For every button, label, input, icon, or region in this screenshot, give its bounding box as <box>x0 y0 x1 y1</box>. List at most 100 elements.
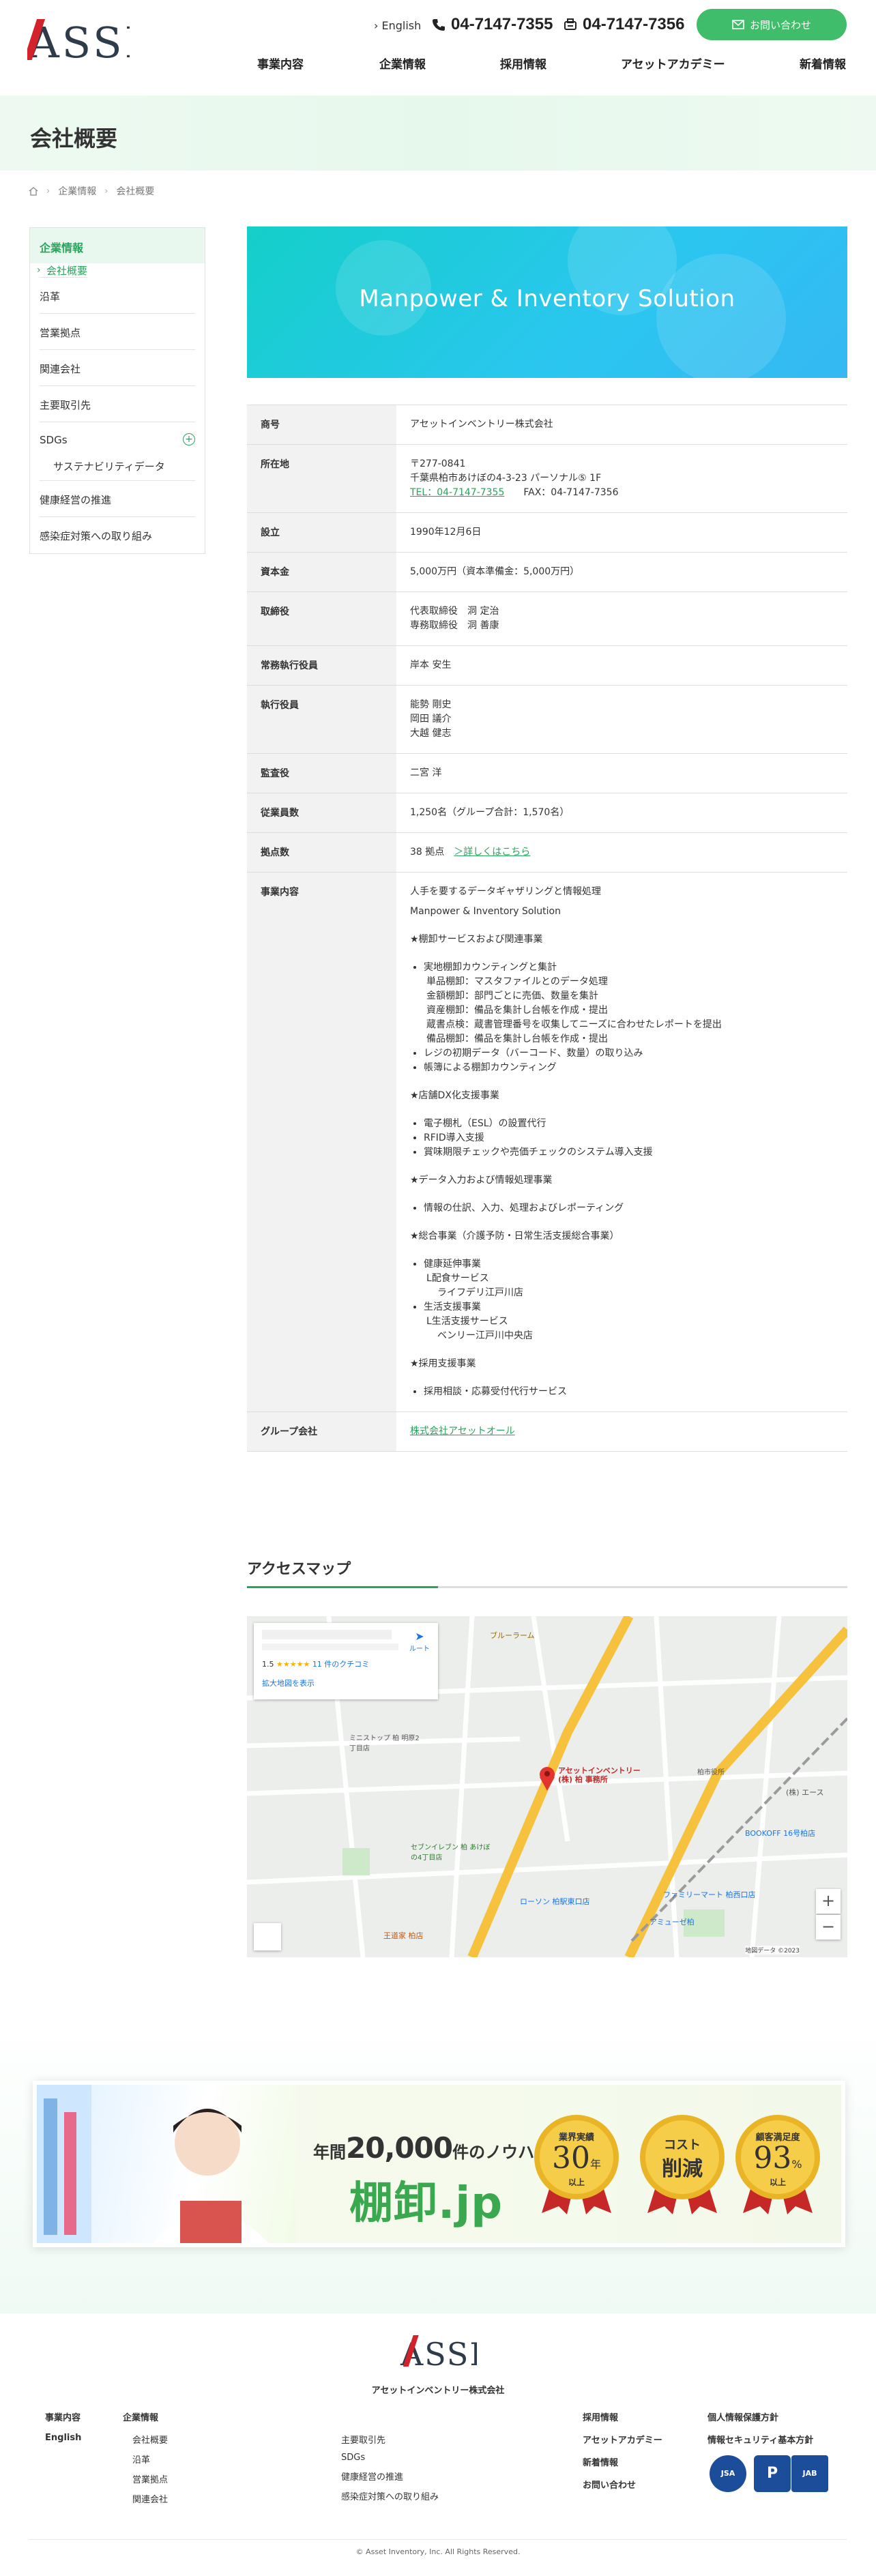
staff-photo-illustration <box>37 2085 269 2243</box>
footer-link[interactable]: アセットアカデミー <box>583 2433 662 2446</box>
map-place-label: ミニストップ 柏 明原2丁目店 <box>349 1735 420 1753</box>
footer-link[interactable]: 感染症対策への取り組み <box>341 2489 439 2502</box>
nav-business[interactable]: 事業内容 <box>257 55 304 72</box>
medal-badge: 業界実績 30年 以上 <box>531 2112 622 2214</box>
list-subitem: L生活支援サービス <box>426 1316 508 1327</box>
table-row: 監査役 二宮 洋 <box>247 754 847 793</box>
copyright: © Asset Inventory, Inc. All Rights Reser… <box>355 2547 521 2556</box>
footer-link[interactable]: 個人情報保護方針 <box>707 2410 813 2423</box>
nav-academy[interactable]: アセットアカデミー <box>621 55 725 72</box>
tanaoroshi-banner[interactable]: 年間20,000件のノウハウ 棚卸.jp 業界実績 30年 以上 コスト 削減 … <box>33 2081 845 2247</box>
list-item: レジの初期データ（バーコード、数量）の取り込み <box>424 1046 834 1061</box>
map-thumbnail[interactable] <box>254 1923 281 1950</box>
row-header: 取締役 <box>247 592 396 645</box>
footer-link[interactable]: 健康経営の推進 <box>341 2470 439 2483</box>
home-icon[interactable] <box>29 186 38 196</box>
sidebar-item-overview[interactable]: › 会社概要 <box>37 253 88 278</box>
global-nav: 事業内容 企業情報 採用情報 アセットアカデミー 新着情報 <box>0 55 876 82</box>
list-subitem: 単品棚卸：マスタファイルとのデータ処理 <box>426 976 608 987</box>
business-section-heading: ★採用支援事業 <box>410 1358 476 1369</box>
table-row: 常務執行役員 岸本 安生 <box>247 646 847 686</box>
footer-logo[interactable]: ASSET <box>399 2332 477 2372</box>
map-place-label: ローソン 柏駅東口店 <box>520 1897 590 1906</box>
list-subitem: 金額棚卸：部門ごとに売価、数量を集計 <box>426 991 598 1001</box>
row-header: 常務執行役員 <box>247 646 396 685</box>
footer-col-4: 採用情報 アセットアカデミー 新着情報 お問い合わせ <box>583 2410 662 2500</box>
tel-text: 04-7147-7355 <box>451 15 553 33</box>
contact-button[interactable]: お問い合わせ <box>697 9 847 40</box>
tel-number[interactable]: 04-7147-7355 <box>432 15 553 34</box>
breadcrumb-current: 会社概要 <box>116 186 155 197</box>
sidebar-item-health[interactable]: 健康経営の推進 <box>40 481 195 517</box>
list-item: 賞味期限チェックや売価チェックのシステム導入支援 <box>424 1145 834 1160</box>
google-map[interactable]: アセットインベントリー(株) 柏 事務所 ブルーラーム ミニストップ 柏 明原2… <box>247 1616 847 1957</box>
capital-value: 5,000万円（資本準備金：5,000万円） <box>410 566 580 577</box>
sidebar-item-affiliates[interactable]: 関連会社 <box>40 350 195 386</box>
list-subitem: 蔵書点検：蔵書管理番号を収集してニーズに合わせたレポートを提出 <box>426 1019 722 1030</box>
footer-link[interactable]: 営業拠点 <box>123 2472 168 2485</box>
footer-link[interactable]: 主要取引先 <box>341 2433 439 2446</box>
jsa-badge-icon: JSA <box>710 2455 746 2492</box>
sidebar-item-offices[interactable]: 営業拠点 <box>40 314 195 350</box>
map-info-card: 1.5 ★★★★★ 11 件のクチコミ 拡大地図を表示 ➤ ルート <box>254 1623 438 1699</box>
footer-link[interactable]: 情報セキュリティ基本方針 <box>707 2433 813 2446</box>
nav-company[interactable]: 企業情報 <box>379 55 426 72</box>
footer-link[interactable]: 会社概要 <box>123 2433 168 2446</box>
mail-icon <box>732 20 744 29</box>
map-directions-button[interactable]: ➤ ルート <box>409 1630 430 1653</box>
plus-icon[interactable]: + <box>183 433 195 445</box>
nav-recruit[interactable]: 採用情報 <box>500 55 546 72</box>
locations-detail-link[interactable]: ＞詳しくはこちら <box>454 847 530 858</box>
minus-icon: − <box>821 1917 836 1936</box>
map-place-label: 柏市役所 <box>697 1769 725 1776</box>
sidebar-item-infection[interactable]: 感染症対策への取り組み <box>40 517 195 553</box>
banner-catch: 年間20,000件のノウハウ <box>313 2131 551 2165</box>
phone-icon <box>433 19 445 31</box>
list-item: 実地棚卸カウンティングと集計 <box>424 961 834 975</box>
business-section-heading: ★データ入力および情報処理事業 <box>410 1175 553 1186</box>
list-item: 帳簿による棚卸カウンティング <box>424 1061 834 1075</box>
row-header: 設立 <box>247 513 396 552</box>
footer-link[interactable]: SDGs <box>341 2453 439 2463</box>
footer-link[interactable]: 採用情報 <box>583 2410 662 2423</box>
business-content: 人手を要するデータギャザリングと情報処理 Manpower & Inventor… <box>396 873 847 1411</box>
sidebar-item-sdgs[interactable]: SDGs + <box>40 422 195 452</box>
footer-link[interactable]: English <box>45 2433 81 2443</box>
footer-link[interactable]: 新着情報 <box>583 2455 662 2468</box>
heading-underline <box>247 1586 847 1588</box>
footer-link[interactable]: 事業内容 <box>45 2410 81 2423</box>
list-item: 採用相談・応募受付代行サービス <box>424 1385 834 1399</box>
sidebar-item-history[interactable]: 沿革 <box>40 278 195 314</box>
group-company-link[interactable]: 株式会社アセットオール <box>410 1426 515 1437</box>
footer-link[interactable]: 沿革 <box>123 2453 168 2465</box>
directions-icon: ➤ <box>415 1630 424 1643</box>
footer-col-1: 事業内容 English <box>45 2410 81 2453</box>
sidebar-item-sustainability[interactable]: サステナビリティデータ <box>40 452 195 481</box>
zoom-in-button[interactable]: + <box>816 1889 841 1914</box>
officer-value: 能勢 剛史 <box>410 699 452 710</box>
footer-link[interactable]: 関連会社 <box>123 2492 168 2505</box>
map-reviews-link[interactable]: 11 件のクチコミ <box>312 1660 370 1669</box>
map-pin-label: アセットインベントリー(株) 柏 事務所 <box>558 1766 641 1784</box>
map-rating: 1.5 <box>262 1660 274 1669</box>
zoom-out-button[interactable]: − <box>816 1915 841 1940</box>
breadcrumb-company[interactable]: 企業情報 <box>58 184 96 198</box>
managing-officer-value: 岸本 安生 <box>410 660 452 671</box>
list-item: 情報の仕訳、入力、処理およびレポーティング <box>424 1201 834 1216</box>
row-header: 事業内容 <box>247 873 396 1411</box>
row-header: 拠点数 <box>247 833 396 872</box>
tel-link[interactable]: TEL：04-7147-7355 <box>410 487 504 498</box>
list-item: RFID導入支援 <box>424 1131 834 1145</box>
footer-link[interactable]: 企業情報 <box>123 2410 168 2423</box>
nav-news[interactable]: 新着情報 <box>800 55 846 72</box>
footer-link[interactable]: お問い合わせ <box>583 2478 662 2491</box>
list-subitem: ベンリー江戸川中央店 <box>437 1330 533 1341</box>
map-larger-link[interactable]: 拡大地図を表示 <box>262 1679 315 1688</box>
breadcrumb-separator-icon: › <box>104 186 108 196</box>
hero-text: Manpower & Inventory Solution <box>359 285 735 312</box>
english-link[interactable]: › English <box>374 19 421 32</box>
row-header: 商号 <box>247 405 396 444</box>
sidebar-item-clients[interactable]: 主要取引先 <box>40 386 195 422</box>
table-row: 拠点数 38 拠点 ＞詳しくはこちら <box>247 833 847 873</box>
fax-number: 04-7147-7356 <box>564 15 684 34</box>
